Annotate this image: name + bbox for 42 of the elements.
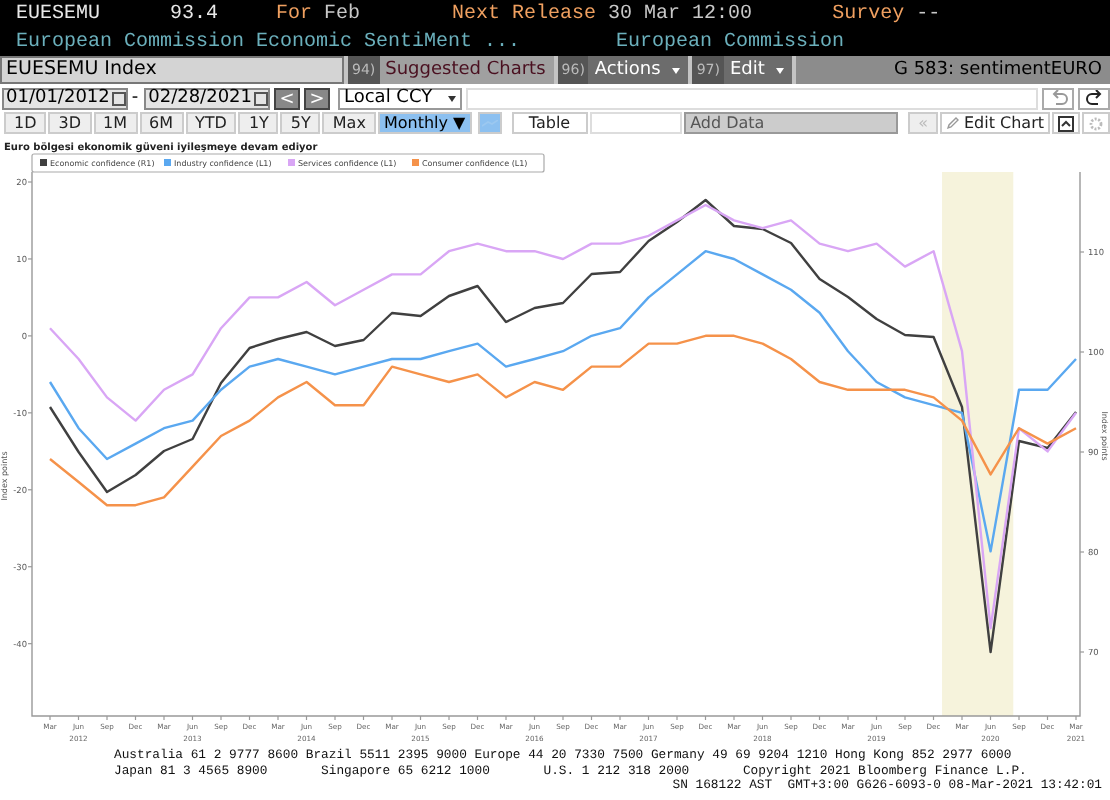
next-button[interactable]: > (304, 87, 330, 109)
index-value: 93.4 (170, 3, 221, 25)
survey-value: -- (916, 3, 941, 25)
security-field[interactable]: EUESEMU Index (0, 56, 344, 84)
pencil-icon (945, 116, 960, 130)
period-value: Feb (324, 3, 361, 25)
period-button[interactable]: 5Y (280, 112, 321, 134)
period-label: For (276, 3, 313, 25)
period-button[interactable]: 1M (93, 112, 137, 134)
release-date: 30 Mar 12:00 (608, 3, 753, 25)
chart-type-button[interactable] (477, 112, 502, 134)
table-button[interactable]: Table (511, 112, 588, 134)
calendar-icon[interactable] (111, 91, 126, 105)
chart-id: G 583: sentimentEURO (796, 56, 1110, 84)
chart-settings-icon (1058, 115, 1075, 131)
period-button[interactable]: 1D (4, 112, 47, 134)
survey-label: Survey (832, 3, 905, 25)
period-button[interactable]: 3D (48, 112, 91, 134)
period-button[interactable]: 1Y (238, 112, 279, 134)
security-description: European Commission Economic SentiMent ... (16, 31, 523, 53)
calendar-icon[interactable] (254, 91, 268, 105)
undo-icon (1049, 90, 1067, 106)
currency-dropdown[interactable]: Local CCY (338, 87, 462, 109)
release-label: Next Release (452, 3, 597, 25)
start-date-field[interactable]: 01/01/2012 (2, 87, 128, 109)
period-button[interactable]: Max (322, 112, 376, 134)
ticker-symbol: EUESEMU (16, 3, 103, 25)
period-button[interactable]: YTD (185, 112, 237, 134)
caret-icon (672, 67, 681, 73)
redo-button[interactable] (1078, 87, 1110, 109)
edit-chart-button[interactable]: Edit Chart (939, 112, 1051, 134)
end-date-field[interactable]: 02/28/2021 (144, 87, 270, 109)
caret-icon (776, 67, 785, 73)
gear-icon (1088, 115, 1105, 131)
add-data-field[interactable]: Add Data (684, 112, 899, 134)
chart-settings-button[interactable] (1052, 112, 1081, 134)
redo-icon (1085, 90, 1103, 106)
previous-button[interactable]: < (274, 87, 300, 109)
source-name: European Commission (616, 31, 845, 53)
period-button[interactable]: 6M (139, 112, 183, 134)
frequency-dropdown[interactable]: Monthly ▼ (377, 112, 472, 134)
date-separator: - (131, 88, 139, 108)
